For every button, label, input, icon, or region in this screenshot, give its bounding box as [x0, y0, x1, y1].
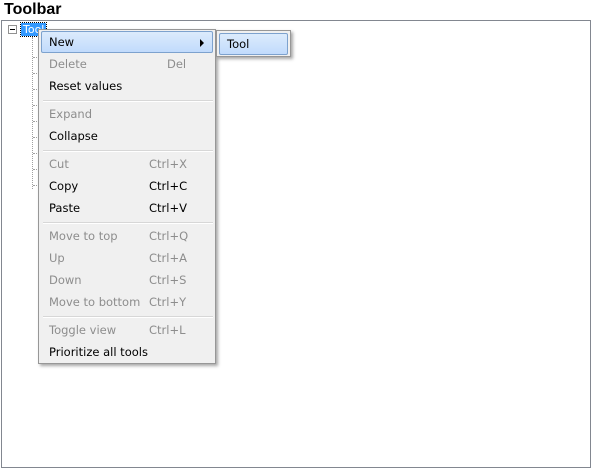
menu-separator [43, 100, 213, 102]
menu-item-label: Move to bottom [49, 295, 141, 309]
submenu-arrow-icon [200, 39, 204, 47]
menu-item-label: Paste [49, 201, 81, 215]
menu-item-paste[interactable]: Paste Ctrl+V [41, 197, 213, 219]
menu-item-label: Collapse [49, 129, 98, 143]
menu-separator [43, 222, 213, 224]
menu-item-shortcut: Ctrl+V [149, 201, 187, 215]
menu-item-shortcut: Ctrl+A [149, 251, 187, 265]
menu-item-shortcut: Del [167, 57, 187, 71]
menu-item-label: Cut [49, 157, 69, 171]
menu-item-label: New [49, 35, 75, 49]
menu-item-move-to-bottom[interactable]: Move to bottom Ctrl+Y [41, 291, 213, 313]
menu-separator [43, 150, 213, 152]
menu-item-new[interactable]: New [41, 31, 213, 53]
menu-item-down[interactable]: Down Ctrl+S [41, 269, 213, 291]
menu-item-shortcut: Ctrl+Q [149, 229, 189, 243]
menu-item-toggle-view[interactable]: Toggle view Ctrl+L [41, 319, 213, 341]
menu-item-label: Down [49, 273, 82, 287]
menu-item-expand[interactable]: Expand [41, 103, 213, 125]
menu-item-cut[interactable]: Cut Ctrl+X [41, 153, 213, 175]
submenu-item-tool[interactable]: Tool [219, 33, 288, 55]
menu-item-shortcut: Ctrl+L [149, 323, 186, 337]
menu-item-shortcut: Ctrl+Y [149, 295, 187, 309]
menu-item-label: Expand [49, 107, 93, 121]
menu-separator [43, 316, 213, 318]
tree-guide-line [32, 37, 34, 189]
menu-item-prioritize-all-tools[interactable]: Prioritize all tools [41, 341, 213, 363]
menu-item-label: Tool [227, 37, 250, 51]
menu-item-shortcut: Ctrl+X [149, 157, 187, 171]
menu-item-reset-values[interactable]: Reset values [41, 75, 213, 97]
menu-item-shortcut: Ctrl+S [149, 273, 187, 287]
menu-item-delete[interactable]: Delete Del [41, 53, 213, 75]
menu-item-label: Delete [49, 57, 87, 71]
context-menu: New Delete Del Reset values Expand Colla… [38, 29, 216, 364]
menu-item-label: Reset values [49, 79, 123, 93]
menu-item-collapse[interactable]: Collapse [41, 125, 213, 147]
menu-item-shortcut: Ctrl+C [149, 179, 188, 193]
collapse-icon[interactable] [8, 25, 17, 34]
menu-item-label: Copy [49, 179, 79, 193]
menu-item-label: Up [49, 251, 65, 265]
menu-item-copy[interactable]: Copy Ctrl+C [41, 175, 213, 197]
menu-item-move-to-top[interactable]: Move to top Ctrl+Q [41, 225, 213, 247]
page-title: Toolbar [4, 1, 62, 18]
menu-item-up[interactable]: Up Ctrl+A [41, 247, 213, 269]
new-submenu: Tool [216, 30, 291, 57]
menu-item-label: Prioritize all tools [49, 345, 148, 359]
menu-item-label: Move to top [49, 229, 118, 243]
menu-item-label: Toggle view [49, 323, 117, 337]
